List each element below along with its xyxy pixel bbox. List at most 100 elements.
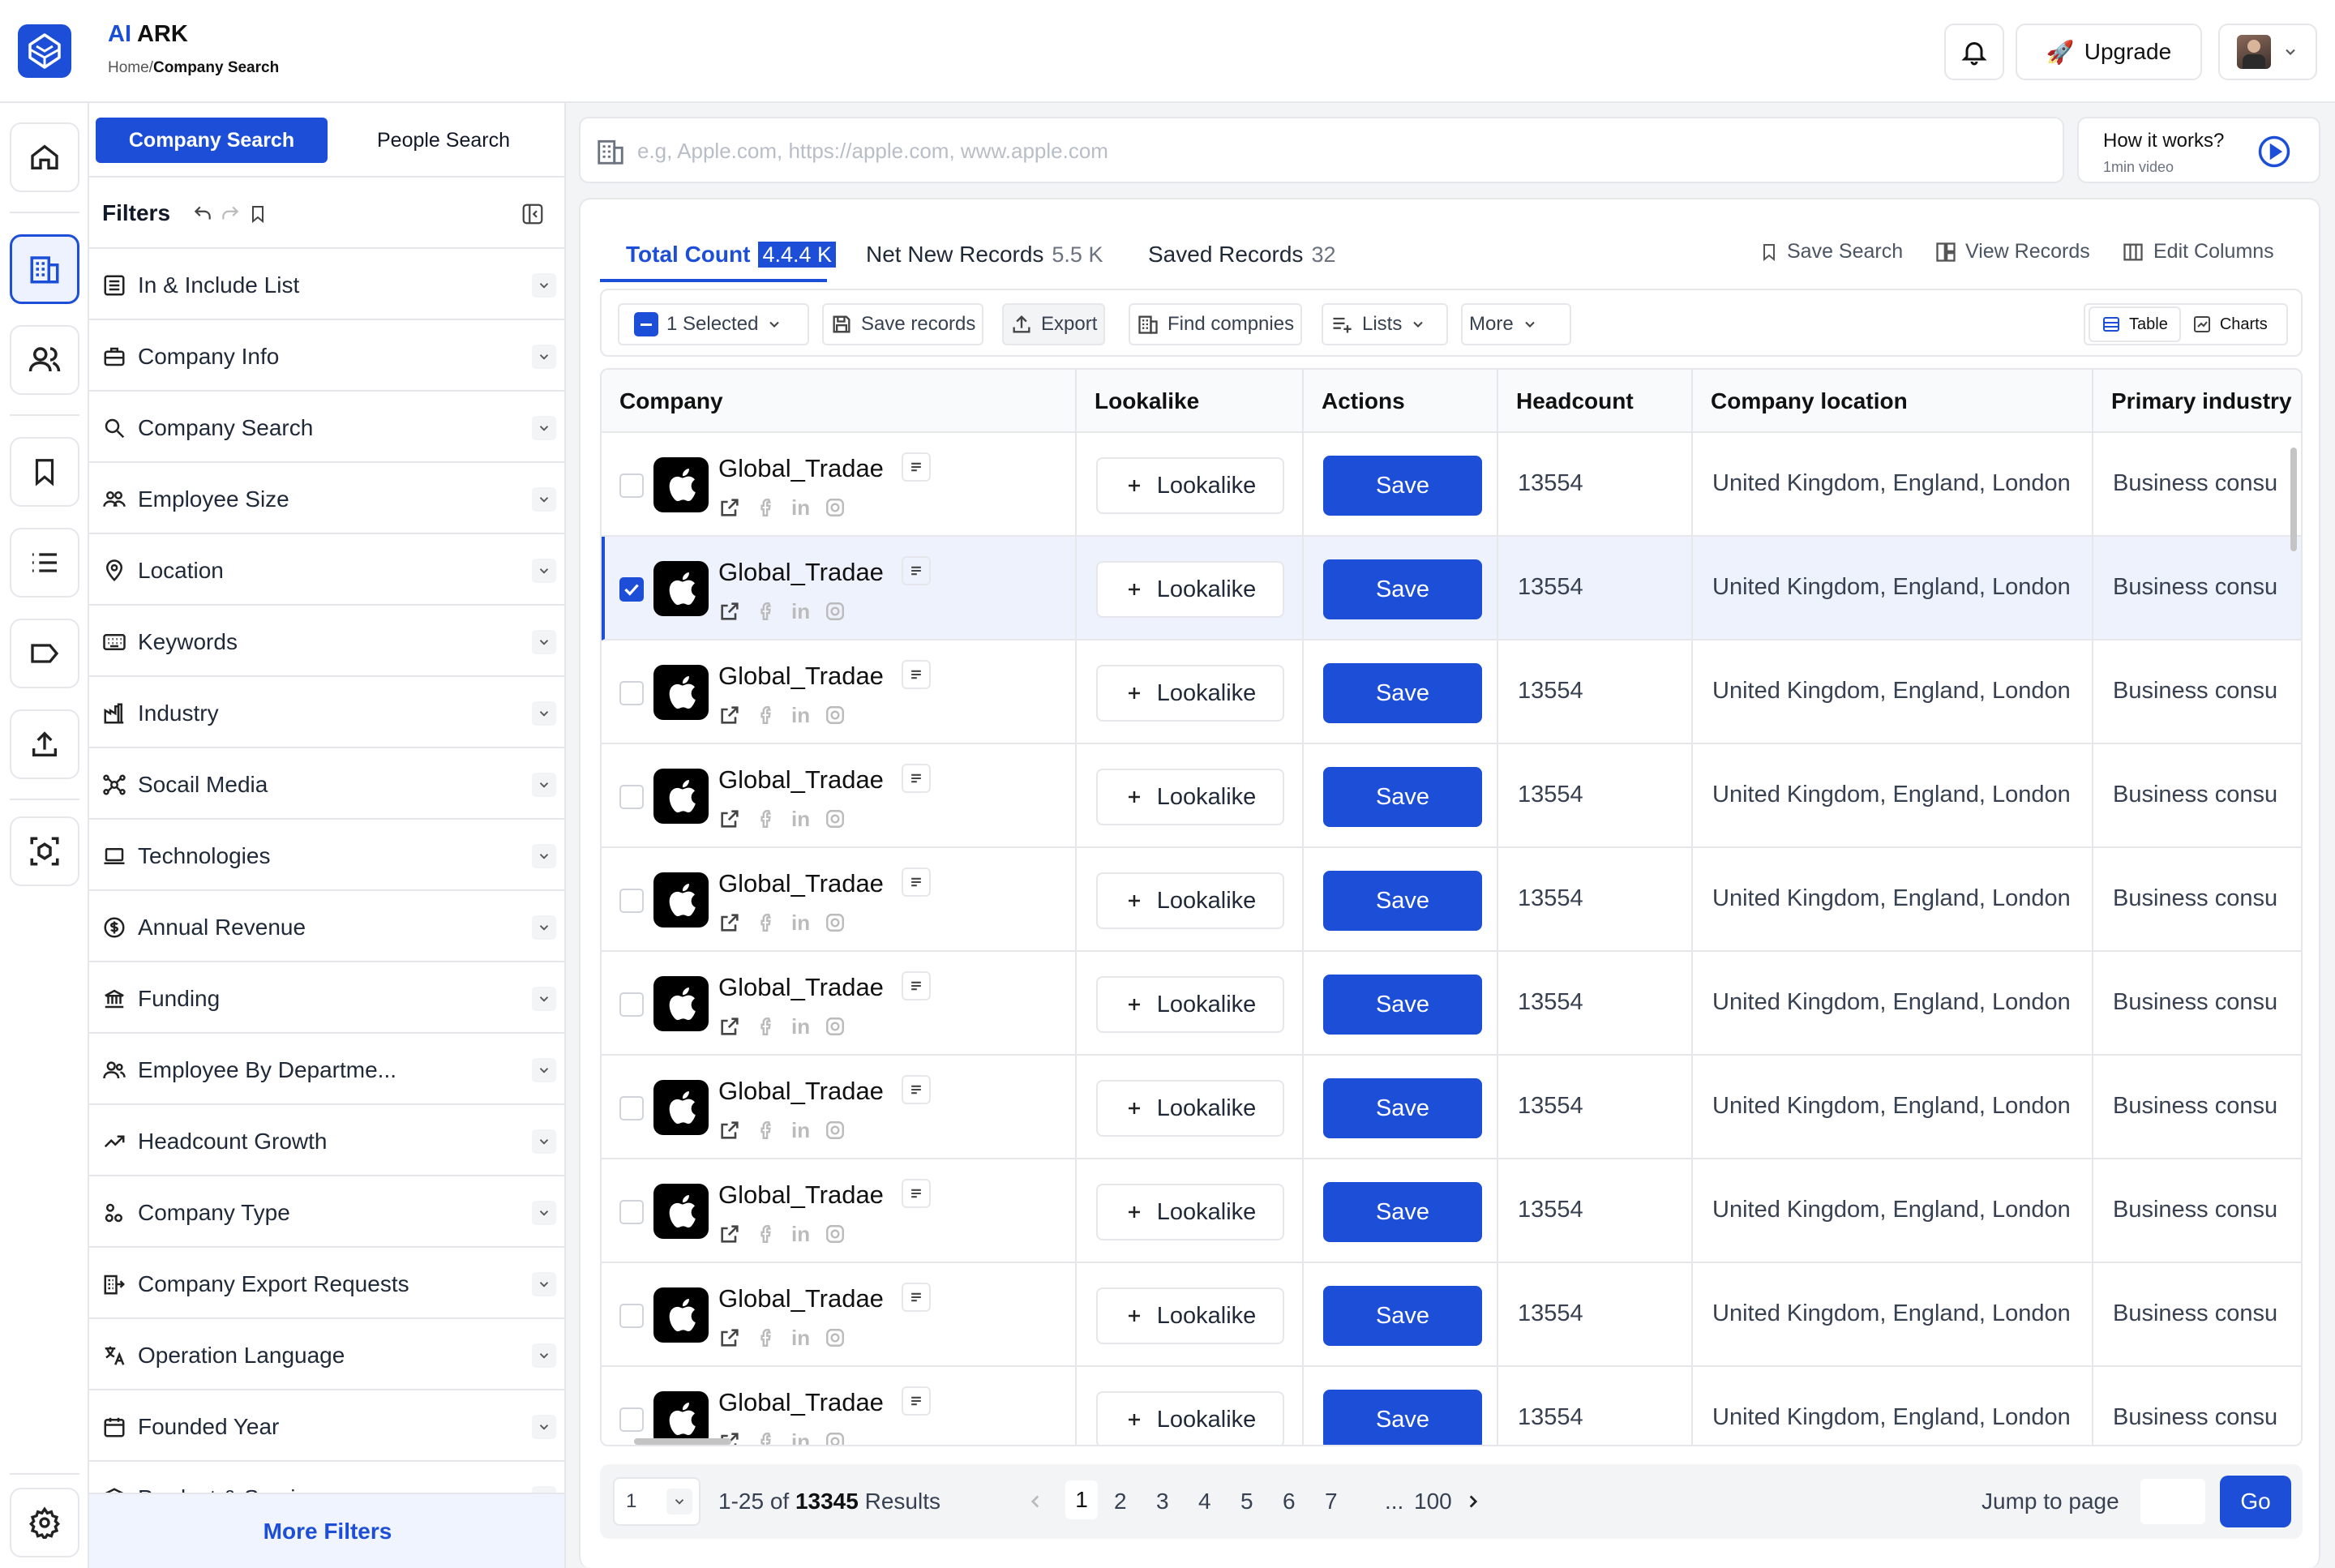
how-it-works-button[interactable]: How it works? 1min video [2077,117,2320,183]
linkedin-icon[interactable]: in [791,1326,810,1349]
filter-company-info[interactable]: Company Info [89,320,564,392]
table-row[interactable]: Global_Tradae in Lookalike Save 13554 United … [602,848,2301,952]
page-link[interactable]: 7 [1325,1489,1338,1514]
company-name[interactable]: Global_Tradae [718,869,884,898]
rail-tags-button[interactable] [10,619,79,688]
table-row[interactable]: Global_Tradae in Lookalike Save 13554 United … [602,744,2301,848]
external-link-icon[interactable] [718,600,741,623]
company-name[interactable]: Global_Tradae [718,1388,884,1417]
row-checkbox[interactable] [619,577,644,602]
col-company[interactable]: Company [602,370,1077,433]
external-link-icon[interactable] [718,1223,741,1245]
company-name[interactable]: Global_Tradae [718,454,884,483]
external-link-icon[interactable] [718,496,741,519]
rail-lists-button[interactable] [10,528,79,598]
company-name[interactable]: Global_Tradae [718,973,884,1002]
row-checkbox[interactable] [619,1096,644,1120]
lookalike-button[interactable]: Lookalike [1096,561,1284,618]
more-filters-button[interactable]: More Filters [89,1493,564,1568]
save-search-button[interactable]: Save Search [1759,240,1903,263]
upgrade-button[interactable]: 🚀 Upgrade [2016,24,2202,80]
external-link-icon[interactable] [718,1326,741,1349]
facebook-icon[interactable] [756,808,777,830]
row-checkbox[interactable] [619,1200,644,1224]
company-name[interactable]: Global_Tradae [718,558,884,587]
lookalike-button[interactable]: Lookalike [1096,1391,1284,1445]
tab-saved-records[interactable]: Saved Records 32 [1148,242,1335,268]
facebook-icon[interactable] [756,1015,777,1038]
notes-icon[interactable] [902,556,931,585]
filter-headcount-growth[interactable]: Headcount Growth [89,1105,564,1176]
lookalike-button[interactable]: Lookalike [1096,976,1284,1033]
facebook-icon[interactable] [756,600,777,623]
filter-employee-size[interactable]: Employee Size [89,463,564,534]
company-search-input[interactable] [637,133,2016,169]
notification-button[interactable] [1944,24,2004,80]
company-name[interactable]: Global_Tradae [718,662,884,691]
rail-home-button[interactable] [10,122,79,192]
filter-industry[interactable]: Industry [89,677,564,748]
notes-icon[interactable] [902,764,931,793]
collapse-panel-icon[interactable] [521,202,545,226]
view-records-button[interactable]: View Records [1934,240,2090,263]
notes-icon[interactable] [902,452,931,482]
company-name[interactable]: Global_Tradae [718,1077,884,1106]
vertical-scrollbar[interactable] [2290,448,2297,551]
page-link[interactable]: 5 [1240,1489,1253,1514]
filter-keywords[interactable]: Keywords [89,606,564,677]
col-headcount[interactable]: Headcount [1498,370,1693,433]
table-row[interactable]: Global_Tradae in Lookalike Save 13554 United … [602,1056,2301,1159]
filter-annual-revenue[interactable]: Annual Revenue [89,891,564,962]
page-link[interactable]: 6 [1283,1489,1296,1514]
external-link-icon[interactable] [718,704,741,726]
save-button[interactable]: Save [1323,1182,1482,1242]
edit-columns-button[interactable]: Edit Columns [2121,240,2274,263]
linkedin-icon[interactable]: in [791,600,810,623]
filter-company-search[interactable]: Company Search [89,392,564,463]
export-button[interactable]: Export [1002,303,1106,345]
filter-location[interactable]: Location [89,534,564,606]
instagram-icon[interactable] [825,808,846,830]
linkedin-icon[interactable]: in [791,1223,810,1245]
instagram-icon[interactable] [825,704,846,726]
row-checkbox[interactable] [619,473,644,498]
notes-icon[interactable] [902,1075,931,1104]
table-row[interactable]: Global_Tradae in Lookalike Save 13554 United … [602,952,2301,1056]
lookalike-button[interactable]: Lookalike [1096,1287,1284,1344]
instagram-icon[interactable] [825,600,846,623]
linkedin-icon[interactable]: in [791,704,810,726]
tab-people-search[interactable]: People Search [328,118,559,163]
tab-company-search[interactable]: Company Search [96,118,328,163]
instagram-icon[interactable] [825,1119,846,1142]
find-companies-button[interactable]: Find compnies [1129,303,1303,345]
rail-people-button[interactable] [10,325,79,395]
horizontal-scrollbar[interactable] [634,1438,731,1445]
filter-in-include-list[interactable]: In & Include List [89,249,564,320]
table-row[interactable]: Global_Tradae in Lookalike Save 13554 United … [602,640,2301,744]
company-name[interactable]: Global_Tradae [718,765,884,795]
app-logo-icon[interactable] [18,24,71,78]
filter-company-type[interactable]: Company Type [89,1176,564,1248]
charts-view-button[interactable]: Charts [2181,306,2279,342]
filter-socail-media[interactable]: Socail Media [89,748,564,820]
notes-icon[interactable] [902,1283,931,1312]
row-checkbox[interactable] [619,785,644,809]
lookalike-button[interactable]: Lookalike [1096,1080,1284,1137]
row-checkbox[interactable] [619,1304,644,1328]
breadcrumb-home[interactable]: Home/ [108,59,153,76]
jump-to-page-input[interactable] [2140,1479,2205,1524]
save-button[interactable]: Save [1323,1078,1482,1138]
row-checkbox[interactable] [619,992,644,1017]
filter-technologies[interactable]: Technologies [89,820,564,891]
page-size-select[interactable]: 1 [613,1477,700,1526]
facebook-icon[interactable] [756,911,777,934]
col-primary-industry[interactable]: Primary industry [2093,370,2301,433]
facebook-icon[interactable] [756,1430,777,1446]
linkedin-icon[interactable]: in [791,911,810,934]
lookalike-button[interactable]: Lookalike [1096,1184,1284,1240]
instagram-icon[interactable] [825,496,846,519]
save-button[interactable]: Save [1323,975,1482,1035]
table-row[interactable]: Global_Tradae in Lookalike Save 13554 United … [602,1263,2301,1367]
row-checkbox[interactable] [619,889,644,913]
notes-icon[interactable] [902,660,931,689]
